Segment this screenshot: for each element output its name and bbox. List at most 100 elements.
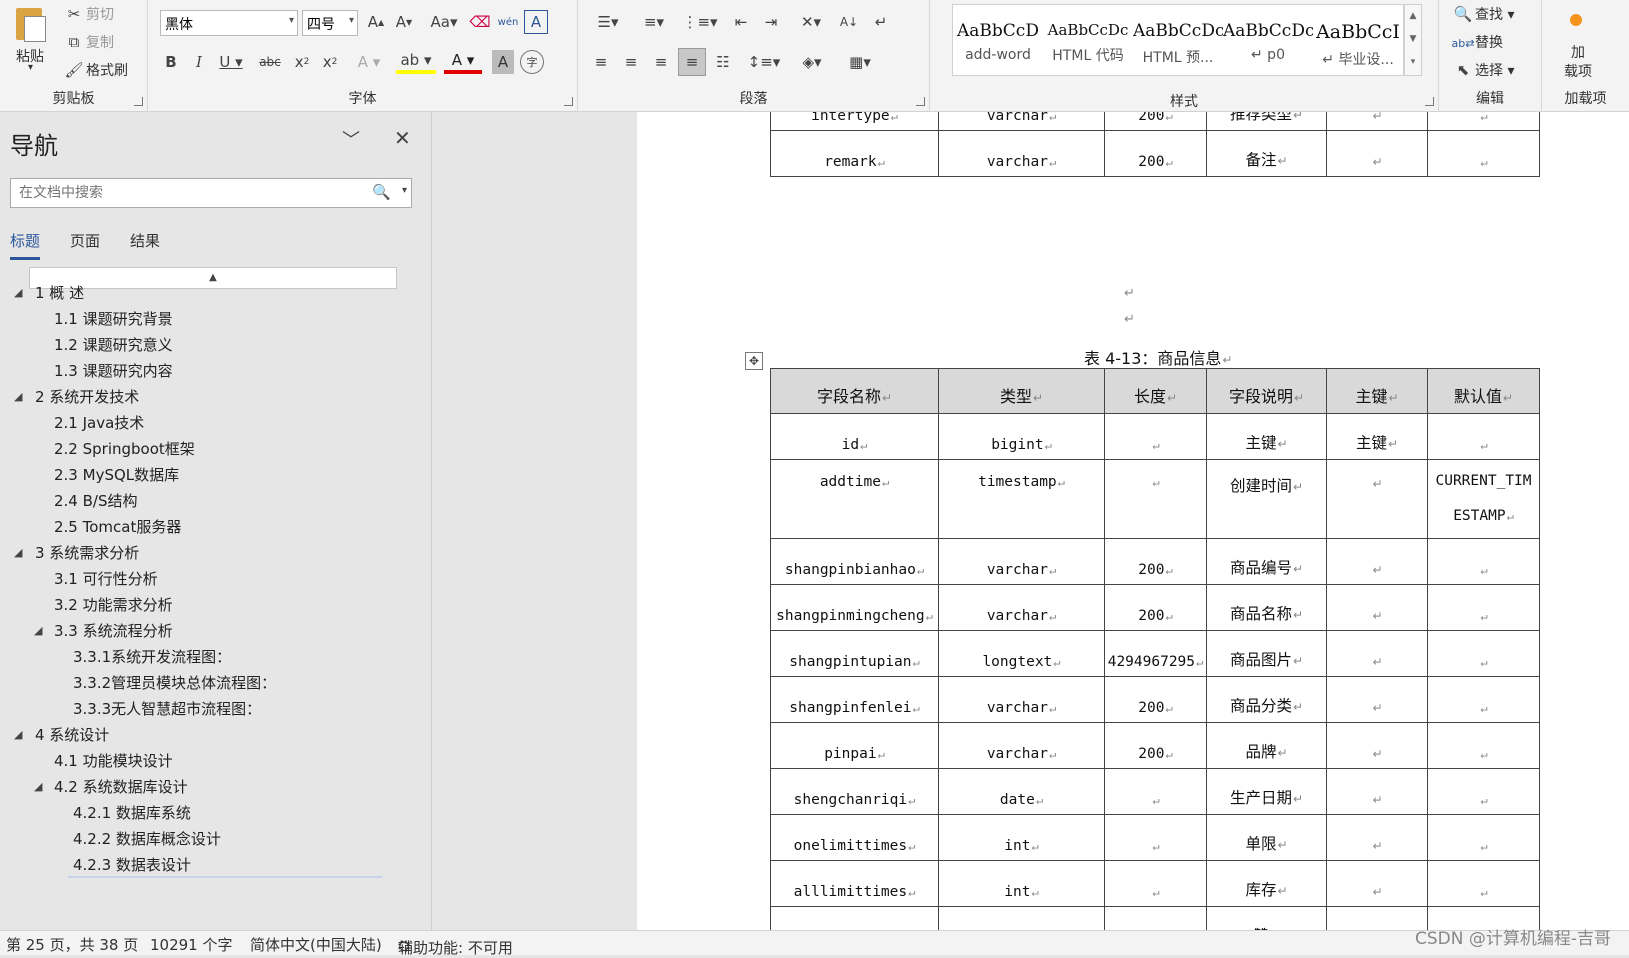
superscript-icon[interactable]: x2 bbox=[318, 50, 342, 74]
table-cell[interactable]: 200↵ bbox=[1105, 677, 1207, 723]
table-cell[interactable]: ↵ bbox=[1105, 769, 1207, 815]
style-item[interactable]: AaBbCcDcHTML 代码 bbox=[1043, 5, 1133, 77]
enclose-characters-icon[interactable]: 字 bbox=[520, 50, 544, 74]
table-cell[interactable]: ↵ bbox=[1327, 677, 1428, 723]
shrink-font-icon[interactable]: A▼ bbox=[392, 10, 416, 34]
language-indicator[interactable]: 简体中文(中国大陆) bbox=[250, 934, 382, 955]
nav-heading-item[interactable]: 4.2.3 数据表设计 bbox=[73, 854, 191, 875]
table-cell[interactable]: 4294967295↵ bbox=[1105, 631, 1207, 677]
clear-format-icon[interactable]: ⌫ bbox=[468, 10, 492, 34]
table-cell[interactable]: 商品分类↵ bbox=[1207, 677, 1327, 723]
copy-button[interactable]: ⧉复制 bbox=[62, 32, 114, 52]
expand-icon[interactable]: ◢ bbox=[14, 728, 22, 741]
nav-heading-item[interactable]: 3.1 可行性分析 bbox=[54, 568, 158, 589]
table-cell[interactable]: ↵ bbox=[1428, 112, 1540, 131]
table-cell[interactable]: ↵ bbox=[1428, 677, 1540, 723]
table-cell[interactable]: 主键↵ bbox=[1207, 414, 1327, 460]
addins-button[interactable]: 加 载项 bbox=[1564, 44, 1592, 82]
table-cell[interactable]: shangpinbianhao↵ bbox=[771, 539, 939, 585]
clipboard-launcher-icon[interactable] bbox=[134, 97, 143, 106]
character-shading-icon[interactable]: A bbox=[492, 50, 514, 74]
nav-heading-item[interactable]: 1.1 课题研究背景 bbox=[54, 308, 173, 329]
table-cell[interactable]: 200↵ bbox=[1105, 723, 1207, 769]
table-cell[interactable]: 200↵ bbox=[1105, 585, 1207, 631]
table-cell[interactable]: 备注↵ bbox=[1207, 131, 1327, 177]
expand-icon[interactable]: ◢ bbox=[14, 546, 22, 559]
search-input[interactable] bbox=[11, 179, 371, 207]
text-effects-icon[interactable]: A ▾ bbox=[352, 50, 386, 74]
nav-heading-item[interactable]: 4.2.2 数据库概念设计 bbox=[73, 828, 221, 849]
highlight-icon[interactable]: ab ▾ bbox=[396, 50, 436, 74]
show-marks-icon[interactable]: ↵ bbox=[868, 10, 894, 34]
table-cell[interactable]: pinpai↵ bbox=[771, 723, 939, 769]
table-cell[interactable]: 商品名称↵ bbox=[1207, 585, 1327, 631]
increase-indent-icon[interactable]: ⇥ bbox=[758, 10, 784, 34]
styles-launcher-icon[interactable] bbox=[1425, 97, 1434, 106]
nav-heading-item[interactable]: 2 系统开发技术 bbox=[35, 386, 139, 407]
table-cell[interactable]: varchar↵ bbox=[939, 723, 1105, 769]
table-cell[interactable]: 商品编号↵ bbox=[1207, 539, 1327, 585]
table-cell[interactable]: ↵ bbox=[1105, 861, 1207, 907]
scroll-up-button[interactable]: ▲ bbox=[29, 267, 397, 289]
table-cell[interactable]: ↵ bbox=[1327, 112, 1428, 131]
tab-pages[interactable]: 页面 bbox=[70, 230, 100, 251]
nav-heading-item[interactable]: 2.4 B/S结构 bbox=[54, 490, 138, 511]
table-cell[interactable]: ↵ bbox=[1428, 414, 1540, 460]
close-icon[interactable]: ✕ bbox=[394, 126, 411, 150]
table-cell[interactable]: ↵ bbox=[1105, 815, 1207, 861]
expand-icon[interactable]: ◢ bbox=[14, 286, 22, 299]
nav-heading-item[interactable]: 2.2 Springboot框架 bbox=[54, 438, 195, 459]
table-cell[interactable]: 单限↵ bbox=[1207, 815, 1327, 861]
table-cell[interactable]: ↵ bbox=[1327, 769, 1428, 815]
table-cell[interactable]: 200↵ bbox=[1105, 131, 1207, 177]
table-cell[interactable]: 推荐类型↵ bbox=[1207, 112, 1327, 131]
change-case-icon[interactable]: Aa▾ bbox=[426, 10, 462, 34]
nav-heading-item[interactable]: 3.3.3无人智慧超市流程图： bbox=[73, 698, 261, 719]
cut-button[interactable]: ✂剪切 bbox=[62, 4, 114, 24]
table-cell[interactable]: ↵ bbox=[1428, 585, 1540, 631]
shading-icon[interactable]: ◈▾ bbox=[792, 50, 832, 74]
table-cell[interactable]: longtext↵ bbox=[939, 631, 1105, 677]
nav-heading-item[interactable]: 3.3.1系统开发流程图： bbox=[73, 646, 231, 667]
bullets-icon[interactable]: ☰▾ bbox=[588, 10, 628, 34]
table-cell[interactable]: ↵ bbox=[1428, 723, 1540, 769]
font-color-icon[interactable]: A ▾ bbox=[444, 50, 482, 74]
table-cell[interactable]: onelimittimes↵ bbox=[771, 815, 939, 861]
nav-heading-item[interactable]: 3 系统需求分析 bbox=[35, 542, 139, 563]
nav-heading-item[interactable]: 2.1 Java技术 bbox=[54, 412, 144, 433]
table-cell[interactable]: varchar↵ bbox=[939, 131, 1105, 177]
table-cell[interactable]: int↵ bbox=[939, 907, 1105, 931]
nav-heading-item[interactable]: 3.2 功能需求分析 bbox=[54, 594, 173, 615]
table-cell[interactable]: 200↵ bbox=[1105, 112, 1207, 131]
nav-heading-item[interactable]: 4 系统设计 bbox=[35, 724, 109, 745]
page-count[interactable]: 第 25 页，共 38 页 bbox=[6, 934, 138, 955]
table-cell[interactable]: 品牌↵ bbox=[1207, 723, 1327, 769]
table-cell[interactable]: ↵ bbox=[1428, 631, 1540, 677]
align-left-icon[interactable]: ≡ bbox=[588, 50, 614, 74]
style-item[interactable]: AaBbCcDadd-word bbox=[953, 5, 1043, 77]
table-cell[interactable]: ↵ bbox=[1327, 861, 1428, 907]
table-cell[interactable]: 200↵ bbox=[1105, 539, 1207, 585]
table-cell[interactable]: int↵ bbox=[939, 861, 1105, 907]
table-cell[interactable]: 主键↵ bbox=[1327, 414, 1428, 460]
styles-scroll[interactable]: ▲▼▾ bbox=[1404, 4, 1422, 76]
table-cell[interactable]: shangpintupian↵ bbox=[771, 631, 939, 677]
table-cell[interactable]: shengchanriqi↵ bbox=[771, 769, 939, 815]
table-header-cell[interactable]: 长度↵ bbox=[1105, 369, 1207, 414]
tab-headings[interactable]: 标题 bbox=[10, 230, 40, 260]
bold-icon[interactable]: B bbox=[160, 50, 182, 74]
nav-heading-item[interactable]: 1.3 课题研究内容 bbox=[54, 360, 173, 381]
table-cell[interactable]: date↵ bbox=[939, 769, 1105, 815]
table-cell[interactable]: CURRENT_TIMESTAMP↵ bbox=[1428, 460, 1540, 539]
borders-icon[interactable]: ▦▾ bbox=[840, 50, 880, 74]
table-cell[interactable]: shangpinmingcheng↵ bbox=[771, 585, 939, 631]
nav-heading-item[interactable]: 1.2 课题研究意义 bbox=[54, 334, 173, 355]
table-cell[interactable]: intertype↵ bbox=[771, 112, 939, 131]
phonetic-guide-icon[interactable]: wén bbox=[496, 10, 520, 34]
document-area[interactable]: intertype↵varchar↵200↵推荐类型↵↵↵remark↵varc… bbox=[433, 112, 1629, 930]
font-launcher-icon[interactable] bbox=[564, 97, 573, 106]
replace-button[interactable]: ab⇄替换 bbox=[1451, 32, 1503, 52]
find-button[interactable]: 🔍查找 ▾ bbox=[1451, 4, 1514, 24]
table-cell[interactable]: ↵ bbox=[1105, 907, 1207, 931]
table-cell[interactable]: ↵ bbox=[1327, 907, 1428, 931]
